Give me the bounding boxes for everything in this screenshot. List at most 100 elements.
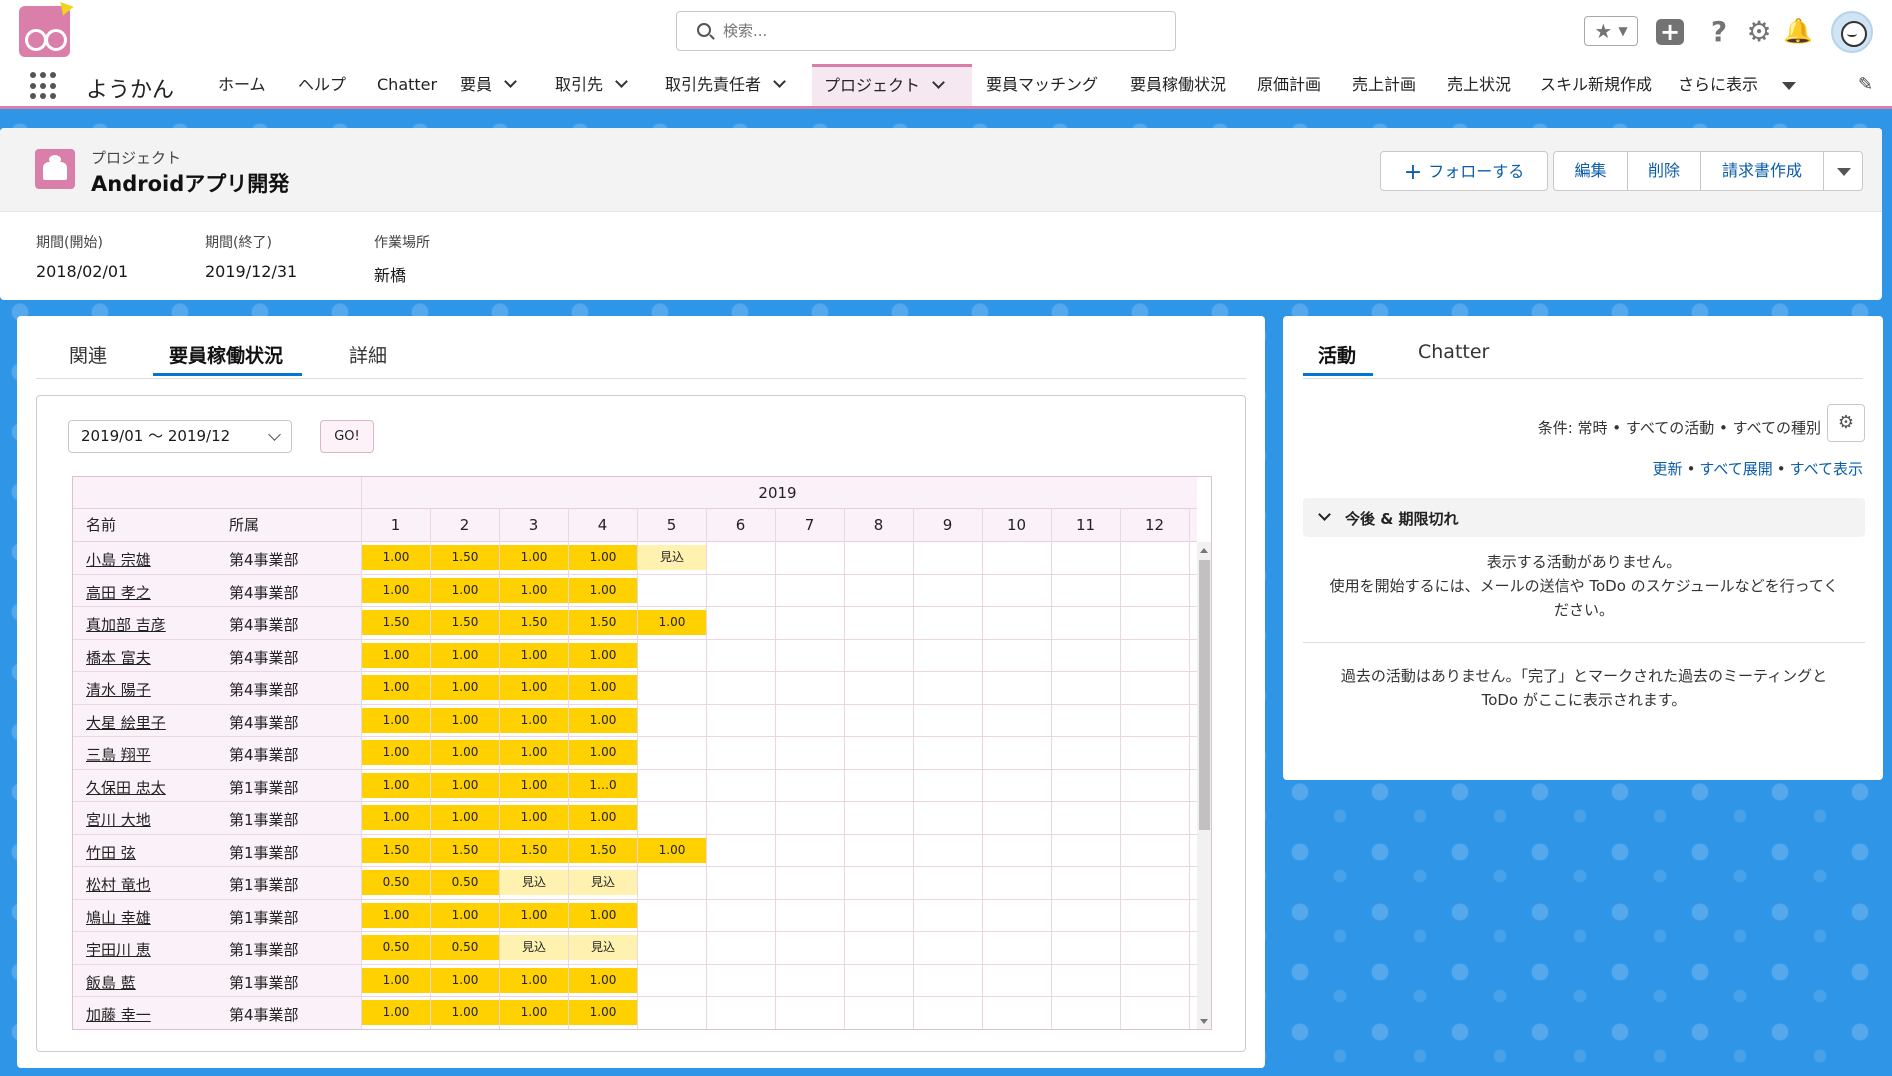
member-dept: 第1事業部 (229, 778, 299, 797)
active-tab-indicator (153, 373, 302, 376)
delete-button[interactable]: 削除 (1627, 151, 1701, 191)
member-name-link[interactable]: 三島 翔平 (86, 744, 151, 765)
chevron-down-icon[interactable] (504, 75, 517, 88)
utilization-cell: 1.00 (569, 740, 637, 765)
notifications-bell-icon[interactable]: 🔔 (1783, 14, 1813, 48)
utilization-cell: 1.00 (431, 805, 499, 830)
member-name-link[interactable]: 小島 宗雄 (86, 549, 151, 570)
utilization-cell: 1.00 (431, 967, 499, 993)
nav-item-3[interactable]: 要員 (460, 64, 517, 106)
user-avatar[interactable] (1831, 11, 1873, 53)
utilization-cell: 1.00 (362, 1000, 430, 1025)
app-launcher-icon[interactable] (30, 72, 58, 100)
nav-item-5[interactable]: 取引先責任者 (665, 64, 786, 106)
utilization-cell: 1.00 (500, 967, 568, 993)
tab-activity[interactable]: 活動 (1318, 341, 1356, 368)
table-row: 松村 竜也 第1事業部 0.50 0.50 見込 見込 (73, 867, 1197, 900)
help-icon[interactable]: ? (1705, 14, 1733, 48)
utilization-cell: 1.00 (638, 610, 706, 635)
nav-item-11[interactable]: 売上状況 (1447, 64, 1511, 106)
member-dept: 第1事業部 (229, 908, 299, 927)
utilization-cell: 1.00 (362, 545, 430, 570)
member-name-link[interactable]: 高田 孝之 (86, 582, 151, 603)
month-header: 8 (873, 516, 884, 534)
tab-details[interactable]: 詳細 (349, 341, 387, 368)
nav-item-7[interactable]: 要員マッチング (986, 64, 1098, 106)
refresh-link[interactable]: 更新 (1653, 460, 1683, 478)
search-icon (697, 23, 711, 37)
more-actions-button[interactable] (1823, 151, 1863, 191)
chevron-down-icon[interactable]: ▼ (1618, 24, 1627, 38)
scroll-down-arrow-icon[interactable] (1200, 1019, 1208, 1024)
member-name-link[interactable]: 大星 絵里子 (86, 712, 166, 733)
utilization-cell: 1…0 (569, 772, 637, 798)
member-name-link[interactable]: 真加部 吉彦 (86, 614, 166, 635)
setup-gear-icon[interactable]: ⚙ (1744, 14, 1774, 48)
utilization-cell: 0.50 (362, 870, 430, 895)
favorites-button[interactable]: ★ ▼ (1584, 16, 1638, 46)
global-actions-plus-icon[interactable]: + (1656, 19, 1684, 45)
tab-related[interactable]: 関連 (69, 341, 107, 368)
table-row: 加藤 幸一 第4事業部 1.00 1.00 1.00 1.00 (73, 997, 1197, 1029)
member-name-link[interactable]: 加藤 幸一 (86, 1004, 151, 1025)
utilization-cell: 1.00 (362, 642, 430, 668)
grid-scrollbar[interactable] (1197, 542, 1211, 1029)
global-search[interactable] (676, 11, 1176, 51)
nav-item-6[interactable]: プロジェクト (812, 64, 972, 106)
column-header-row: 名前 所属 1 2 3 4 5 6 7 8 9 10 11 12 (73, 509, 1197, 542)
nav-item-0[interactable]: ホーム (218, 64, 266, 106)
nav-item-12[interactable]: スキル新規作成 (1540, 64, 1652, 106)
member-dept: 第1事業部 (229, 876, 299, 894)
utilization-cell: 1.50 (569, 837, 637, 863)
nav-item-10[interactable]: 売上計画 (1352, 64, 1416, 106)
year-label: 2019 (758, 484, 797, 502)
nav-item-9[interactable]: 原価計画 (1257, 64, 1321, 106)
member-name-link[interactable]: 飯島 藍 (86, 972, 136, 993)
member-name-link[interactable]: 鳩山 幸雄 (86, 907, 151, 928)
nav-item-8[interactable]: 要員稼働状況 (1130, 64, 1226, 106)
member-name-link[interactable]: 清水 陽子 (86, 679, 151, 700)
search-input[interactable] (723, 20, 1153, 42)
utilization-grid: 2019 名前 所属 1 2 3 4 5 6 7 8 9 10 11 12 小島 宗雄第4事業部 1.0… (72, 476, 1212, 1030)
utilization-cell: 1.00 (569, 675, 637, 700)
go-button[interactable]: GO! (320, 420, 374, 453)
expand-all-link[interactable]: すべて展開 (1699, 460, 1772, 478)
member-name-link[interactable]: 松村 竜也 (86, 874, 151, 895)
tab-utilization[interactable]: 要員稼働状況 (169, 341, 283, 368)
edit-button[interactable]: 編集 (1553, 151, 1628, 191)
chevron-down-icon[interactable] (932, 76, 945, 89)
upcoming-overdue-section[interactable]: 今後 & 期限切れ (1303, 498, 1865, 537)
utilization-cell: 1.00 (500, 1000, 568, 1025)
nav-item-13[interactable]: さらに表示 (1678, 64, 1758, 106)
member-name-link[interactable]: 竹田 弦 (86, 842, 136, 863)
member-name-link[interactable]: 久保田 忠太 (86, 777, 166, 798)
member-dept: 第4事業部 (229, 616, 299, 634)
scroll-thumb[interactable] (1199, 560, 1210, 830)
follow-button[interactable]: + フォローする (1380, 151, 1548, 191)
utilization-cell: 1.00 (431, 1000, 499, 1025)
tab-chatter[interactable]: Chatter (1418, 341, 1489, 363)
view-all-link[interactable]: すべて表示 (1790, 460, 1863, 478)
table-row: 大星 絵里子 第4事業部 1.00 1.00 1.00 1.00 (73, 704, 1197, 737)
edit-nav-pencil-icon[interactable]: ✎ (1858, 74, 1873, 95)
nav-item-4[interactable]: 取引先 (555, 64, 628, 106)
period-select[interactable]: 2019/01 ～ 2019/12 (68, 420, 292, 453)
main-card: 関連 要員稼働状況 詳細 2019/01 ～ 2019/12 GO! 2019 … (17, 316, 1265, 1068)
create-invoice-button[interactable]: 請求書作成 (1700, 151, 1824, 191)
member-name-link[interactable]: 宇田川 恵 (86, 939, 151, 960)
star-icon: ★ (1594, 19, 1613, 43)
app-logo[interactable] (19, 1, 74, 57)
utilization-cell: 見込 (569, 935, 637, 960)
nav-item-1[interactable]: ヘルプ (298, 64, 346, 106)
scroll-up-arrow-icon[interactable] (1200, 548, 1208, 553)
month-header: 10 (1006, 516, 1027, 534)
member-dept: 第1事業部 (229, 811, 299, 829)
month-header: 5 (666, 516, 677, 534)
member-name-link[interactable]: 橋本 富夫 (86, 647, 151, 668)
activity-settings-gear-icon[interactable]: ⚙ (1827, 404, 1865, 442)
member-name-link[interactable]: 宮川 大地 (86, 809, 151, 830)
more-caret-icon[interactable] (1782, 82, 1796, 90)
nav-item-2[interactable]: Chatter (377, 64, 437, 106)
chevron-down-icon[interactable] (773, 75, 786, 88)
chevron-down-icon[interactable] (615, 75, 628, 88)
